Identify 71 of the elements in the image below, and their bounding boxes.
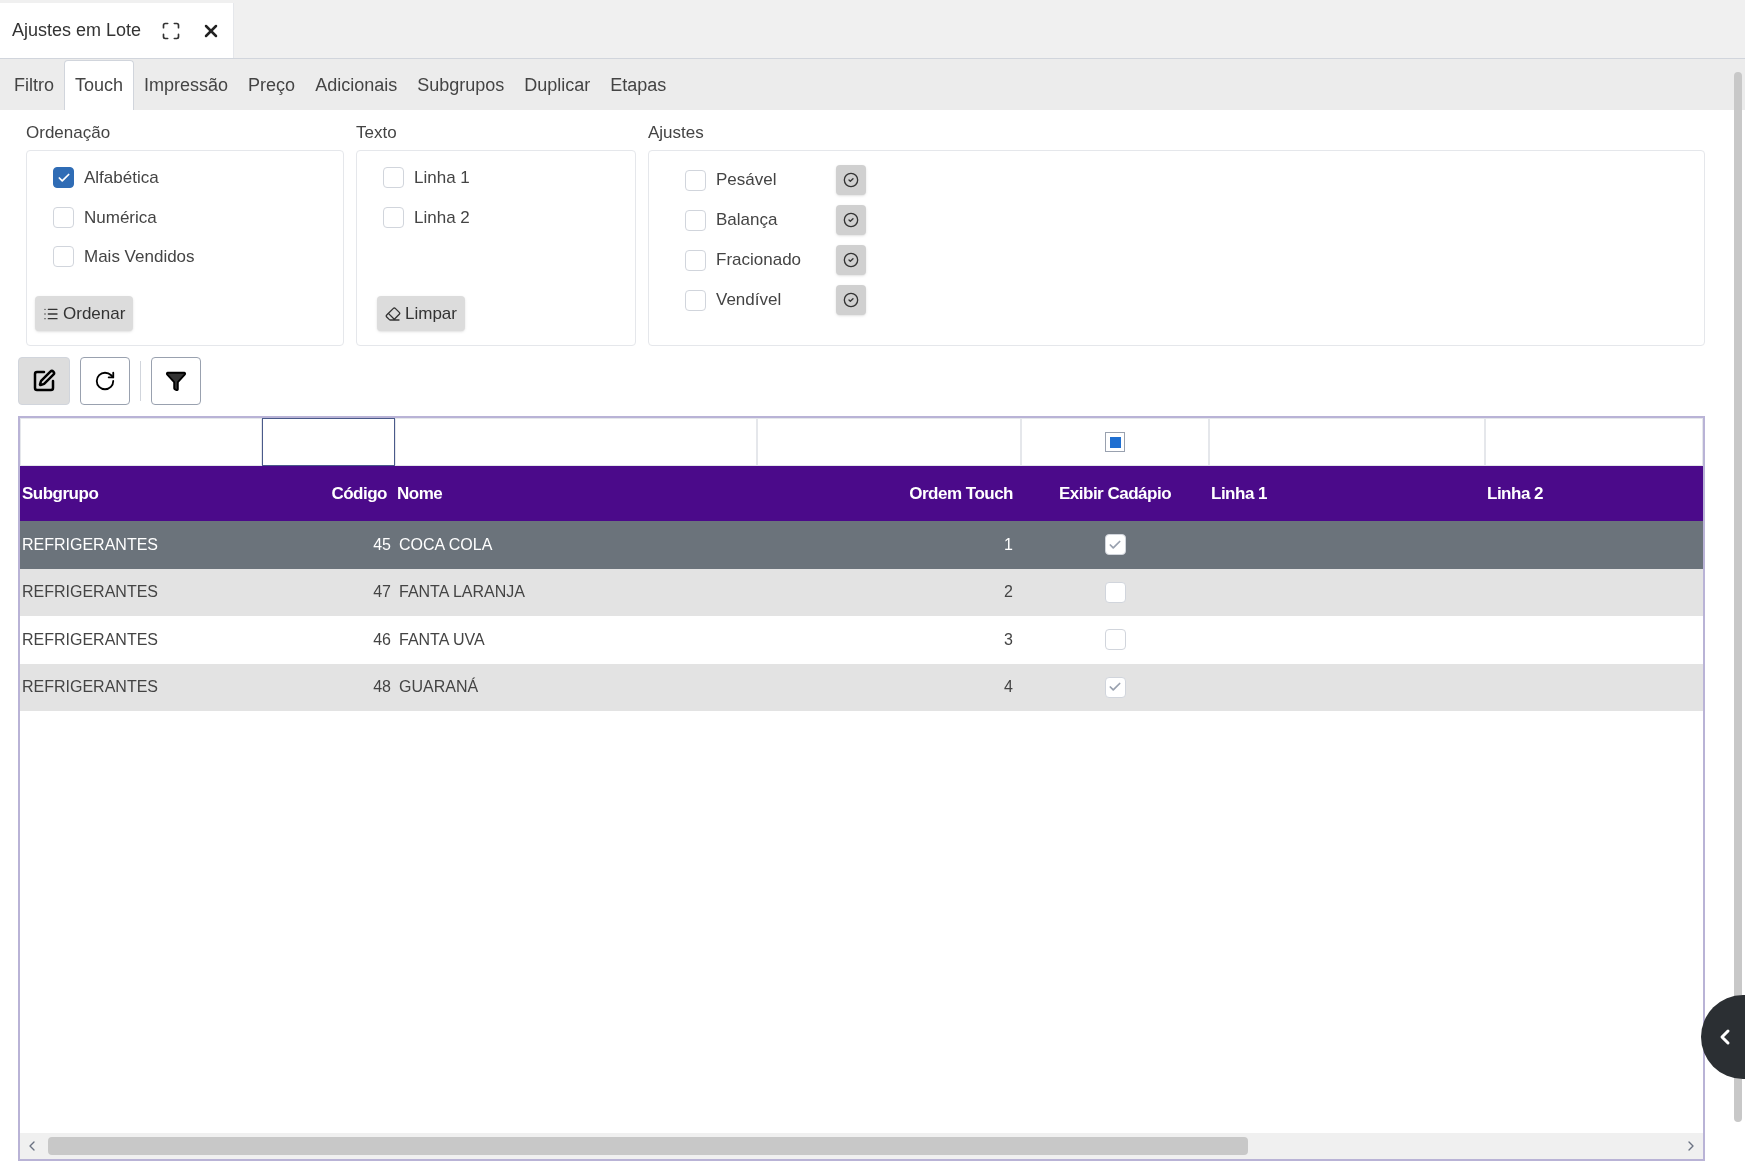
option-label: Vendível (716, 289, 783, 312)
option-label: Fracionado (716, 249, 803, 272)
table-cell: GUARANÁ (399, 678, 479, 696)
check-circle-icon (843, 292, 859, 308)
table-cell: REFRIGERANTES (22, 583, 158, 601)
table-cell-text: 2 (1004, 582, 1013, 603)
option-label: Linha 2 (414, 206, 470, 229)
action-button[interactable]: Ordenar (35, 296, 134, 331)
table-cell: FANTA LARANJA (399, 583, 525, 601)
table-cell-text: 46 (373, 629, 391, 650)
table-row[interactable]: REFRIGERANTES 45 COCA COLA 1 (20, 521, 1703, 569)
filter-field[interactable] (262, 418, 395, 466)
option-label: Linha 1 (414, 167, 470, 189)
column-header[interactable]: Código (331, 480, 387, 507)
action-button[interactable]: Limpar (377, 296, 465, 331)
check-circle-icon (843, 252, 859, 268)
table-cell: COCA COLA (399, 535, 493, 553)
tab[interactable]: Touch (64, 60, 135, 110)
table-cell-text: 48 (373, 677, 391, 698)
column-header[interactable]: Linha 1 (1211, 480, 1267, 507)
table-cell: FANTA UVA (399, 630, 485, 648)
edit-button[interactable] (18, 357, 70, 405)
tab[interactable]: Duplicar (514, 60, 601, 110)
tab[interactable]: Preço (238, 60, 306, 110)
apply-button[interactable] (836, 165, 866, 195)
table-cell-text: 45 (373, 534, 391, 555)
tab[interactable]: Subgrupos (407, 60, 515, 110)
refresh-icon (94, 370, 116, 392)
maximize-icon[interactable] (161, 20, 182, 41)
table-cell-text: 47 (373, 582, 391, 603)
tab[interactable]: Etapas (600, 60, 677, 110)
tab[interactable]: Adicionais (305, 60, 408, 110)
checkbox[interactable] (53, 167, 74, 189)
eraser-icon (385, 305, 401, 322)
option-label: Alfabética (84, 167, 159, 189)
column-header[interactable]: Subgrupo (22, 480, 99, 507)
option-label: Mais Vendidos (84, 246, 195, 268)
apply-button[interactable] (836, 285, 866, 315)
column-header[interactable]: Exibir Cadápio (1059, 480, 1171, 507)
option-label: Balança (716, 209, 779, 232)
table-cell-text: 4 (1004, 677, 1013, 698)
option-label: Numérica (84, 206, 157, 229)
tab[interactable]: Filtro (4, 60, 64, 110)
check-circle-icon (843, 172, 859, 188)
table-cell-text: 3 (1004, 629, 1013, 650)
apply-button[interactable] (836, 245, 866, 275)
group-label: Texto (356, 122, 398, 144)
check-circle-icon (843, 212, 859, 228)
vertical-scrollbar[interactable] (1734, 72, 1742, 1122)
table-row[interactable]: REFRIGERANTES 47 FANTA LARANJA 2 (20, 568, 1703, 616)
option-label: Pesável (716, 169, 778, 192)
tab[interactable]: Impressão (134, 60, 239, 110)
apply-button[interactable] (836, 205, 866, 235)
column-header[interactable]: Ordem Touch (909, 480, 1013, 507)
group-label: Ajustes (648, 122, 705, 144)
table-cell: REFRIGERANTES (22, 630, 158, 648)
table-cell: REFRIGERANTES (22, 678, 158, 696)
filter-checkbox[interactable] (1105, 432, 1125, 452)
horizontal-scrollbar[interactable] (20, 1133, 1703, 1159)
table-cell-text: 1 (1004, 534, 1013, 555)
window-title: Ajustes em Lote (12, 19, 142, 42)
refresh-button[interactable] (80, 357, 130, 405)
group-label: Ordenação (26, 122, 112, 144)
filter-button[interactable] (151, 357, 201, 405)
table-row[interactable]: REFRIGERANTES 48 GUARANÁ 4 (20, 663, 1703, 711)
column-header[interactable]: Nome (397, 480, 443, 507)
window-tab[interactable]: Ajustes em Lote (0, 3, 235, 58)
edit-icon (32, 369, 56, 393)
filter-icon (165, 370, 187, 392)
table-cell: REFRIGERANTES (22, 535, 158, 553)
column-header[interactable]: Linha 2 (1487, 480, 1543, 507)
